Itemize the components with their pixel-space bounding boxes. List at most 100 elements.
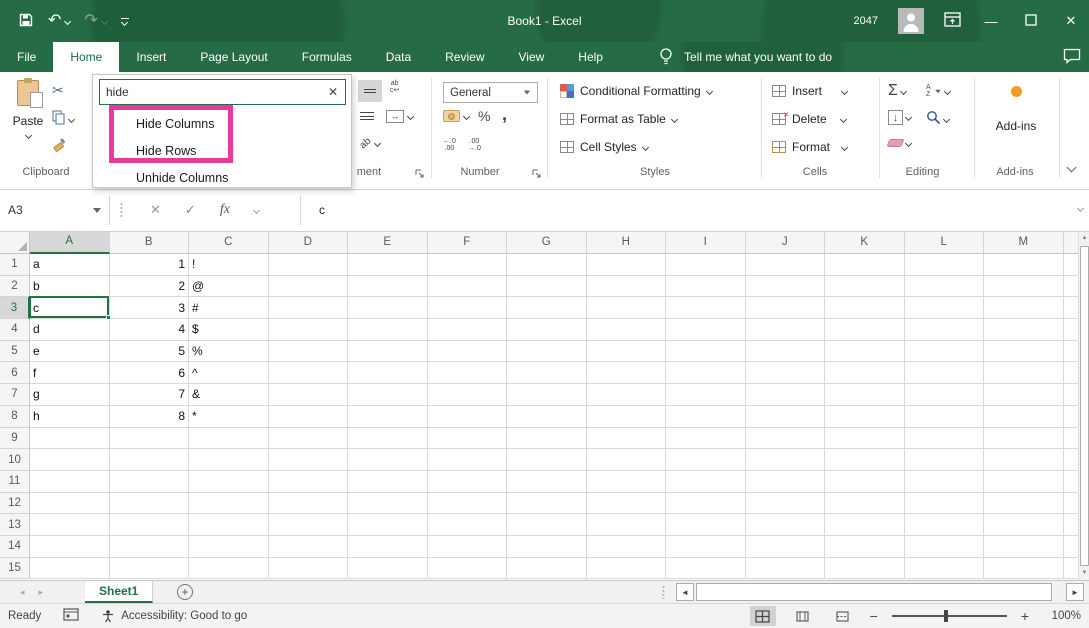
fill-button[interactable]: ↓ [888,110,911,125]
cell-L4[interactable] [905,319,985,341]
cell-G8[interactable] [507,406,587,428]
column-header-g[interactable]: G [507,232,587,254]
cell-J7[interactable] [746,384,826,406]
column-header-b[interactable]: B [110,232,190,254]
cell-E7[interactable] [348,384,428,406]
row-header-2[interactable]: 2 [0,276,30,298]
cell-M2[interactable] [984,276,1064,298]
cell-M4[interactable] [984,319,1064,341]
scroll-up-icon[interactable]: ▲ [1079,232,1089,245]
cell-I12[interactable] [666,493,746,515]
cell-J2[interactable] [746,276,826,298]
dropdown-item-hide-rows[interactable]: Hide Rows [93,138,351,165]
orientation-button[interactable]: ab [360,138,380,149]
search-input[interactable] [100,85,321,99]
cell-H1[interactable] [587,254,667,276]
cell-C15[interactable] [189,558,269,580]
cell-E13[interactable] [348,514,428,536]
cell-B10[interactable] [110,449,190,471]
cell-I5[interactable] [666,341,746,363]
cell-F10[interactable] [428,449,508,471]
scroll-right-icon[interactable]: ► [1066,583,1084,601]
cell-C7[interactable]: & [189,384,269,406]
column-header-l[interactable]: L [905,232,985,254]
cell-G9[interactable] [507,428,587,450]
accessibility-status[interactable]: Accessibility: Good to go [101,609,247,623]
cell-G7[interactable] [507,384,587,406]
cell-partial-5[interactable] [1064,341,1079,363]
row-header-6[interactable]: 6 [0,362,30,384]
ribbon-tab-page-layout[interactable]: Page Layout [183,42,284,72]
insert-cells-button[interactable]: Insert [772,84,847,98]
page-layout-view-button[interactable] [790,606,816,626]
row-header-12[interactable]: 12 [0,493,30,515]
cell-D6[interactable] [269,362,349,384]
tell-me-box[interactable]: Tell me what you want to do [658,42,832,72]
column-header-m[interactable]: M [984,232,1064,254]
cell-B15[interactable] [110,558,190,580]
cell-H13[interactable] [587,514,667,536]
cell-A2[interactable]: b [30,276,110,298]
ribbon-tab-home[interactable]: Home [53,42,119,72]
cell-G10[interactable] [507,449,587,471]
cell-F8[interactable] [428,406,508,428]
dropdown-item-hide-columns[interactable]: Hide Columns [93,111,351,138]
cell-L3[interactable] [905,297,985,319]
page-break-preview-button[interactable] [830,606,856,626]
cell-K10[interactable] [825,449,905,471]
cell-M10[interactable] [984,449,1064,471]
cell-I6[interactable] [666,362,746,384]
cell-G3[interactable] [507,297,587,319]
cell-H3[interactable] [587,297,667,319]
cell-F4[interactable] [428,319,508,341]
cell-K6[interactable] [825,362,905,384]
format-cells-button[interactable]: Format [772,140,847,154]
cell-A14[interactable] [30,536,110,558]
cell-C8[interactable]: * [189,406,269,428]
cell-E8[interactable] [348,406,428,428]
tab-scroll-grip[interactable] [662,585,665,599]
format-painter-button[interactable] [52,138,66,155]
cell-B5[interactable]: 5 [110,341,190,363]
cell-L6[interactable] [905,362,985,384]
cell-B13[interactable] [110,514,190,536]
cell-M6[interactable] [984,362,1064,384]
cell-A11[interactable] [30,471,110,493]
cell-J8[interactable] [746,406,826,428]
cell-M7[interactable] [984,384,1064,406]
cell-K2[interactable] [825,276,905,298]
search-box[interactable]: ✕ [99,79,346,105]
cell-L11[interactable] [905,471,985,493]
cell-L2[interactable] [905,276,985,298]
cell-E11[interactable] [348,471,428,493]
cell-A10[interactable] [30,449,110,471]
cell-M13[interactable] [984,514,1064,536]
cell-F7[interactable] [428,384,508,406]
zoom-slider-thumb[interactable] [944,610,948,622]
ribbon-tab-data[interactable]: Data [369,42,428,72]
cell-M9[interactable] [984,428,1064,450]
cell-F11[interactable] [428,471,508,493]
cell-L7[interactable] [905,384,985,406]
cell-E9[interactable] [348,428,428,450]
cell-B1[interactable]: 1 [110,254,190,276]
close-button[interactable]: ✕ [1061,13,1081,29]
chevron-down-icon[interactable] [253,206,260,213]
cell-A15[interactable] [30,558,110,580]
cell-C6[interactable]: ^ [189,362,269,384]
row-header-7[interactable]: 7 [0,384,30,406]
row-header-13[interactable]: 13 [0,514,30,536]
cell-F14[interactable] [428,536,508,558]
cell-E14[interactable] [348,536,428,558]
cell-D1[interactable] [269,254,349,276]
cell-G6[interactable] [507,362,587,384]
ribbon-tab-review[interactable]: Review [428,42,501,72]
cell-I8[interactable] [666,406,746,428]
cell-L12[interactable] [905,493,985,515]
cell-I15[interactable] [666,558,746,580]
cell-F2[interactable] [428,276,508,298]
alignment-dialog-launcher-icon[interactable] [415,168,425,182]
cell-G12[interactable] [507,493,587,515]
cell-C11[interactable] [189,471,269,493]
number-format-select[interactable]: General [443,82,538,103]
